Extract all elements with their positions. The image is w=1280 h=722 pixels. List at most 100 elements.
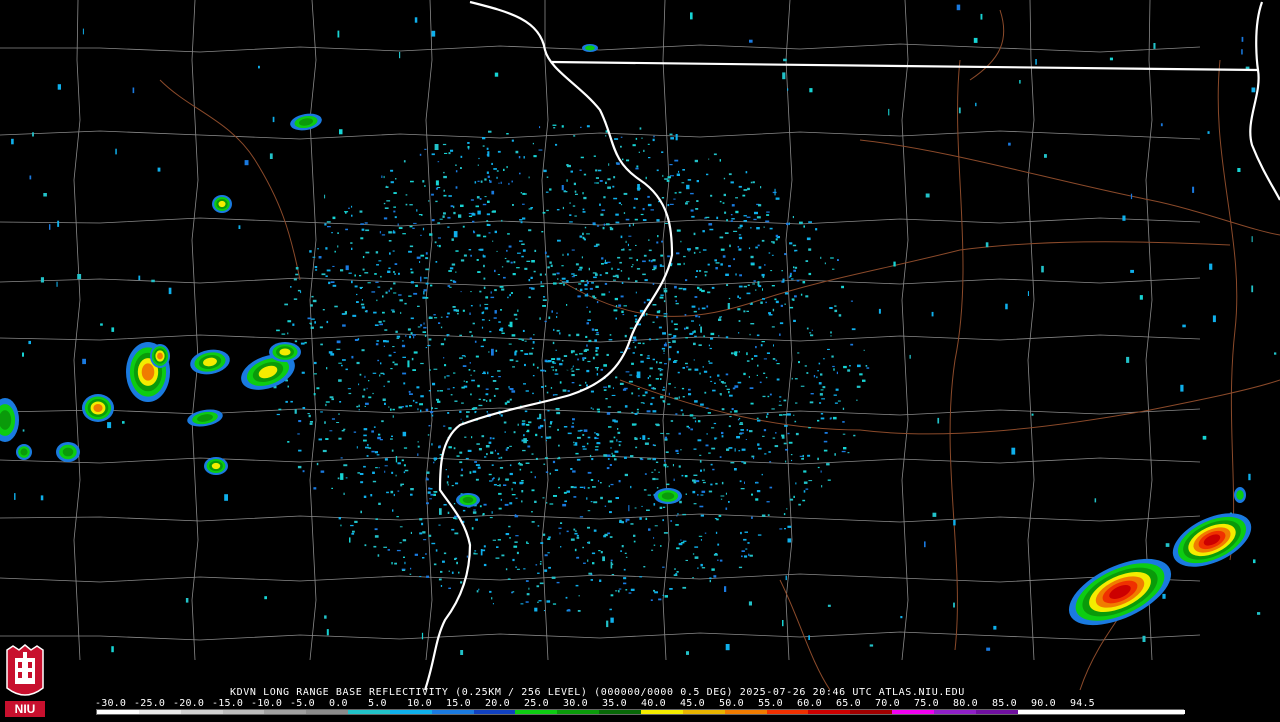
echo-pixel: [762, 288, 763, 291]
echo-pixel: [517, 252, 521, 254]
echo-pixel: [646, 509, 650, 511]
echo-pixel: [646, 313, 648, 316]
echo-pixel: [717, 559, 719, 561]
echo-pixel: [762, 298, 765, 300]
echo-pixel: [403, 464, 406, 467]
echo-pixel: [548, 426, 552, 428]
echo-pixel: [537, 366, 539, 369]
echo-pixel: [428, 200, 430, 202]
echo-pixel: [696, 180, 699, 183]
echo-pixel: [520, 350, 524, 352]
echo-pixel: [435, 261, 438, 263]
echo-pixel: [768, 312, 771, 314]
echo-pixel: [659, 506, 663, 509]
echo-pixel: [472, 511, 477, 514]
echo-pixel: [787, 525, 792, 528]
echo-pixel: [740, 488, 745, 490]
echo-pixel: [635, 137, 638, 140]
echo-pixel: [534, 249, 537, 252]
echo-pixel: [427, 344, 431, 347]
echo-pixel: [826, 463, 830, 466]
scale-label: 30.0: [563, 698, 588, 709]
echo-pixel: [546, 600, 551, 603]
echo-pixel: [559, 332, 561, 335]
echo-pixel: [404, 561, 406, 565]
echo-pixel: [475, 205, 479, 208]
scale-label: 70.0: [875, 698, 900, 709]
echo-pixel: [647, 143, 650, 145]
echo-pixel: [429, 233, 433, 236]
echo-pixel: [708, 452, 711, 454]
echo-pixel: [720, 498, 723, 500]
echo-pixel: [604, 259, 606, 262]
echo-pixel: [595, 353, 599, 356]
echo-pixel: [678, 542, 683, 546]
echo-pixel: [805, 488, 809, 490]
echo-pixel: [298, 420, 302, 423]
echo-pixel: [691, 305, 696, 308]
echo-pixel: [392, 250, 395, 252]
echo-pixel: [713, 422, 717, 425]
echo-pixel: [505, 478, 509, 481]
echo-pixel: [694, 546, 699, 548]
echo-pixel: [620, 550, 622, 552]
echo-pixel: [583, 196, 587, 200]
echo-pixel: [442, 215, 445, 218]
echo-pixel: [373, 545, 377, 548]
echo-pixel: [384, 402, 386, 405]
echo-pixel: [365, 402, 369, 405]
echo-pixel: [659, 373, 663, 376]
echo-pixel: [82, 358, 86, 365]
echo-pixel: [493, 394, 496, 397]
echo-pixel: [562, 389, 567, 392]
echo-pixel: [389, 252, 391, 255]
echo-pixel: [460, 418, 462, 420]
echo-pixel: [837, 259, 839, 261]
echo-pixel: [684, 314, 687, 316]
echo-pixel: [367, 282, 371, 284]
echo-pixel: [746, 310, 749, 312]
echo-pixel: [345, 228, 348, 231]
echo-pixel: [956, 4, 961, 11]
scale-label: -20.0: [173, 698, 205, 709]
echo-pixel: [390, 287, 393, 290]
echo-pixel: [506, 260, 510, 263]
echo-pixel: [566, 530, 569, 533]
scale-color-segment: [348, 710, 391, 714]
echo-pixel: [463, 385, 468, 388]
scale-label: -5.0: [290, 698, 315, 709]
echo-pixel: [643, 489, 647, 491]
scale-label: 10.0: [407, 698, 432, 709]
echo-pixel: [594, 436, 597, 440]
echo-pixel: [437, 161, 440, 163]
echo-pixel: [381, 175, 383, 178]
echo-pixel: [634, 315, 637, 317]
echo-pixel: [661, 240, 663, 243]
echo-pixel: [561, 277, 566, 280]
echo-pixel: [685, 202, 688, 205]
echo-pixel: [377, 286, 381, 288]
echo-pixel: [714, 382, 716, 384]
echo-pixel: [823, 449, 828, 452]
echo-pixel: [771, 326, 775, 328]
echo-pixel: [757, 364, 759, 367]
echo-pixel: [790, 454, 793, 456]
echo-pixel: [623, 568, 626, 571]
echo-pixel: [402, 431, 407, 437]
echo-pixel: [676, 350, 679, 354]
echo-pixel: [358, 409, 360, 411]
echo-pixel: [470, 254, 472, 257]
echo-pixel: [497, 370, 501, 372]
echo-pixel: [431, 153, 435, 156]
echo-pixel: [820, 413, 824, 415]
echo-pixel: [700, 514, 704, 517]
echo-pixel: [517, 423, 519, 426]
echo-pixel: [392, 310, 395, 313]
echo-pixel: [803, 490, 806, 493]
echo-pixel: [373, 311, 377, 314]
echo-pixel: [754, 211, 758, 215]
echo-pixel: [419, 532, 423, 535]
echo-pixel: [985, 242, 989, 248]
echo-pixel: [782, 72, 786, 80]
echo-pixel: [642, 208, 645, 211]
